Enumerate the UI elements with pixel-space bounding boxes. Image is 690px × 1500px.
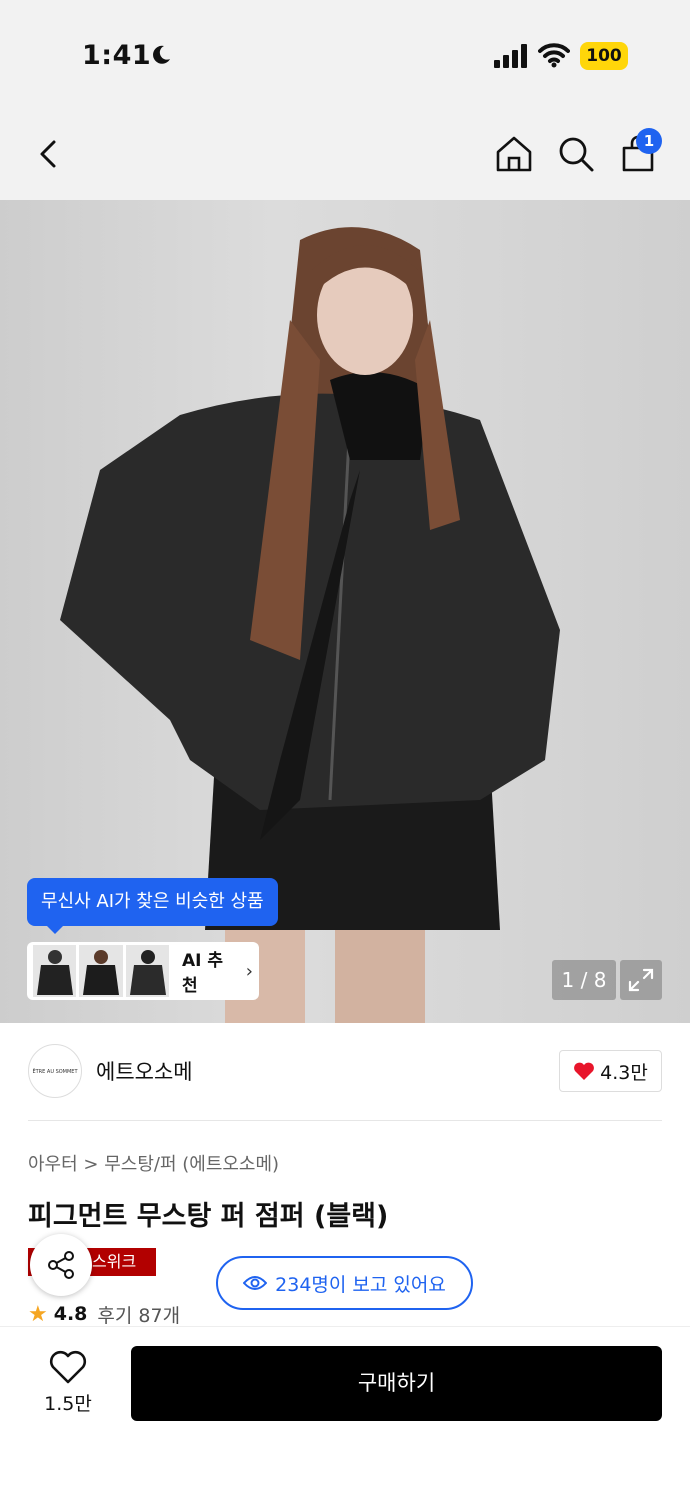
battery-indicator: 100 bbox=[580, 42, 628, 70]
ai-thumbnail[interactable] bbox=[125, 945, 169, 997]
home-icon[interactable] bbox=[492, 132, 536, 176]
buy-button[interactable]: 구매하기 bbox=[131, 1346, 662, 1421]
product-image[interactable]: 무신사 AI가 찾은 비슷한 상품 AI 추천 › 1 / 8 bbox=[0, 200, 690, 1023]
brand-like-count: 4.3만 bbox=[600, 1061, 648, 1084]
brand-like-button[interactable]: 4.3만 bbox=[559, 1050, 662, 1092]
cart-count-badge: 1 bbox=[636, 128, 662, 154]
rating-value: 4.8 bbox=[53, 1303, 88, 1325]
eye-icon bbox=[243, 1276, 268, 1290]
ai-similar-tooltip[interactable]: 무신사 AI가 찾은 비슷한 상품 bbox=[27, 878, 278, 934]
ai-recommend-button[interactable]: AI 추천 › bbox=[27, 942, 259, 1000]
bottom-action-bar: 1.5만 구매하기 bbox=[0, 1326, 690, 1500]
heart-outline-icon[interactable] bbox=[48, 1349, 88, 1385]
divider bbox=[28, 1120, 662, 1121]
status-bar: 1:41 100 bbox=[0, 0, 690, 110]
back-icon[interactable] bbox=[28, 132, 72, 176]
image-page-indicator: 1 / 8 bbox=[552, 960, 616, 1000]
expand-image-button[interactable] bbox=[620, 960, 662, 1000]
brand-logo[interactable]: ÊTRE AU SOMMET bbox=[28, 1044, 82, 1098]
live-viewers-text: 234명이 보고 있어요 bbox=[275, 1273, 446, 1296]
ai-recommend-label: AI 추천 bbox=[181, 951, 224, 996]
share-button[interactable] bbox=[30, 1234, 92, 1296]
wish-count: 1.5만 bbox=[44, 1393, 92, 1415]
wifi-icon bbox=[538, 43, 570, 68]
nav-bar: 1 bbox=[0, 110, 690, 200]
search-icon[interactable] bbox=[554, 132, 598, 176]
rating-row[interactable]: ★ 4.8 후기 87개 bbox=[28, 1302, 180, 1326]
breadcrumb[interactable]: 아우터 > 무스탕/퍼 (에트오소메) bbox=[28, 1150, 279, 1176]
review-count: 후기 87개 bbox=[97, 1304, 181, 1327]
moon-icon bbox=[153, 45, 170, 64]
heart-icon bbox=[574, 1062, 595, 1080]
ai-thumbnail[interactable] bbox=[33, 945, 77, 997]
star-icon: ★ bbox=[28, 1302, 48, 1326]
status-time: 1:41 bbox=[82, 40, 152, 71]
brand-name[interactable]: 에트오소메 bbox=[96, 1056, 193, 1086]
ai-thumbnail[interactable] bbox=[79, 945, 123, 997]
share-icon bbox=[48, 1251, 74, 1279]
signal-icon bbox=[494, 44, 527, 68]
live-viewers-pill: 234명이 보고 있어요 bbox=[216, 1256, 473, 1310]
product-title: 피그먼트 무스탕 퍼 점퍼 (블랙) bbox=[28, 1201, 389, 1232]
chevron-right-icon: › bbox=[245, 960, 253, 982]
expand-icon bbox=[628, 968, 654, 992]
